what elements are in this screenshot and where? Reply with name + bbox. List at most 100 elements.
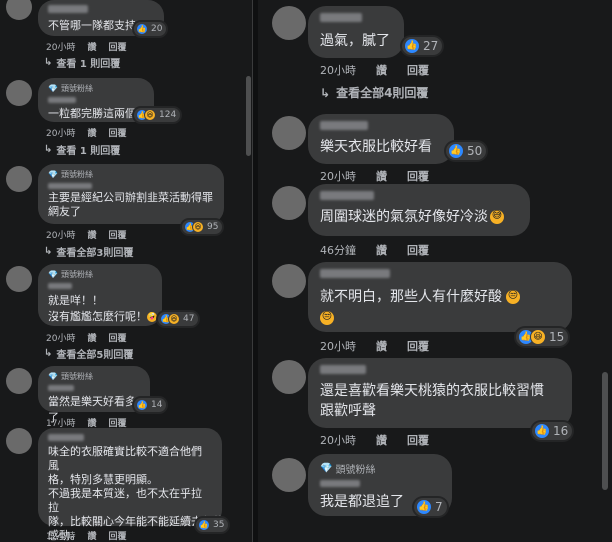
reply-button[interactable]: 回覆 bbox=[407, 242, 429, 258]
avatar[interactable] bbox=[6, 80, 32, 106]
blurred-username[interactable] bbox=[48, 183, 92, 189]
view-replies-link[interactable]: ↳ 查看全部3則回覆 bbox=[44, 244, 133, 259]
timestamp[interactable]: 20小時 bbox=[320, 168, 356, 184]
like-icon: 👍 bbox=[416, 499, 432, 515]
reaction-summary[interactable]: 👍 7 bbox=[414, 498, 447, 516]
blurred-username[interactable] bbox=[320, 365, 366, 374]
like-icon: 👍 bbox=[136, 23, 148, 35]
avatar[interactable] bbox=[272, 264, 306, 298]
blurred-username[interactable] bbox=[48, 283, 72, 289]
comment-text-line: 就不明白，那些人有什麼好酸 😒 bbox=[320, 286, 560, 306]
timestamp[interactable]: 20小時 bbox=[320, 338, 356, 354]
reaction-summary[interactable]: 👍 27 bbox=[402, 37, 443, 55]
avatar[interactable] bbox=[272, 6, 306, 40]
comment-meta: 12小時 讚 回覆 bbox=[46, 529, 126, 542]
blurred-username[interactable] bbox=[320, 480, 360, 487]
like-button[interactable]: 讚 bbox=[87, 40, 96, 53]
timestamp[interactable]: 20小時 bbox=[46, 228, 75, 241]
timestamp[interactable]: 12小時 bbox=[46, 529, 75, 542]
reaction-summary[interactable]: 👍 35 bbox=[196, 518, 229, 532]
reply-button[interactable]: 回覆 bbox=[407, 62, 429, 78]
reply-button[interactable]: 回覆 bbox=[108, 40, 126, 53]
blurred-username[interactable] bbox=[320, 191, 374, 200]
like-button[interactable]: 讚 bbox=[87, 126, 96, 139]
reply-button[interactable]: 回覆 bbox=[407, 432, 429, 448]
avatar[interactable] bbox=[6, 0, 32, 20]
left-scrollbar-thumb[interactable] bbox=[246, 76, 251, 156]
reaction-summary[interactable]: 👍 😆 124 bbox=[134, 108, 181, 122]
like-button[interactable]: 讚 bbox=[376, 242, 387, 258]
reaction-summary[interactable]: 👍 16 bbox=[532, 422, 573, 440]
reaction-summary[interactable]: 👍 😆 15 bbox=[516, 328, 569, 346]
blurred-username[interactable] bbox=[320, 13, 362, 22]
comment-meta: 46分鐘 讚 回覆 bbox=[320, 242, 429, 258]
diamond-icon: 💎 bbox=[48, 84, 58, 93]
haha-icon: 😆 bbox=[144, 109, 156, 121]
timestamp[interactable]: 20小時 bbox=[46, 40, 75, 53]
reaction-count: 14 bbox=[151, 400, 163, 410]
reply-button[interactable]: 回覆 bbox=[108, 529, 126, 542]
avatar[interactable] bbox=[272, 186, 306, 220]
avatar[interactable] bbox=[272, 116, 306, 150]
like-button[interactable]: 讚 bbox=[376, 168, 387, 184]
blurred-username[interactable] bbox=[48, 385, 74, 391]
reply-button[interactable]: 回覆 bbox=[407, 168, 429, 184]
haha-icon: 😆 bbox=[192, 221, 204, 233]
blurred-username[interactable] bbox=[48, 97, 76, 103]
timestamp[interactable]: 20小時 bbox=[46, 126, 75, 139]
comment-meta: 20小時 讚 回覆 bbox=[320, 338, 429, 354]
avatar[interactable] bbox=[6, 368, 32, 394]
avatar[interactable] bbox=[272, 360, 306, 394]
reaction-summary[interactable]: 👍 😆 47 bbox=[158, 312, 199, 326]
reply-arrow-icon: ↳ bbox=[320, 85, 331, 100]
blurred-username[interactable] bbox=[320, 269, 390, 278]
left-comment-panel: 不管哪一隊都支持 👍 20 20小時 讚 回覆 ↳ 查看 1 則回覆 💎 頭號粉… bbox=[0, 0, 252, 542]
like-button[interactable]: 讚 bbox=[87, 331, 96, 344]
avatar[interactable] bbox=[6, 266, 32, 292]
avatar[interactable] bbox=[272, 458, 306, 492]
timestamp[interactable]: 20小時 bbox=[320, 62, 356, 78]
comment-bubble: 樂天衣服比較好看 bbox=[308, 114, 454, 164]
reaction-summary[interactable]: 👍 20 bbox=[134, 22, 167, 36]
reaction-summary[interactable]: 👍 50 bbox=[446, 142, 487, 160]
view-replies-link[interactable]: ↳ 查看全部4則回覆 bbox=[320, 84, 428, 101]
fan-badge: 💎 頭號粉絲 bbox=[48, 371, 140, 382]
view-replies-link[interactable]: ↳ 查看全部5則回覆 bbox=[44, 346, 133, 361]
reply-button[interactable]: 回覆 bbox=[407, 338, 429, 354]
reply-button[interactable]: 回覆 bbox=[108, 228, 126, 241]
like-button[interactable]: 讚 bbox=[87, 228, 96, 241]
haha-icon: 😆 bbox=[168, 313, 180, 325]
fan-badge: 💎 頭號粉絲 bbox=[48, 169, 214, 180]
view-replies-link[interactable]: ↳ 查看 1 則回覆 bbox=[44, 55, 120, 70]
comment-meta: 20小時 讚 回覆 bbox=[46, 40, 126, 53]
right-scrollbar-thumb[interactable] bbox=[602, 372, 608, 490]
reaction-count: 35 bbox=[213, 520, 225, 530]
like-button[interactable]: 讚 bbox=[376, 338, 387, 354]
comment-text: 樂天衣服比較好看 bbox=[320, 139, 432, 155]
reply-button[interactable]: 回覆 bbox=[108, 126, 126, 139]
reaction-count: 20 bbox=[151, 24, 163, 34]
like-button[interactable]: 讚 bbox=[376, 432, 387, 448]
reaction-summary[interactable]: 👍 14 bbox=[134, 398, 167, 412]
like-icon: 👍 bbox=[448, 143, 464, 159]
timestamp[interactable]: 20小時 bbox=[46, 331, 75, 344]
reply-button[interactable]: 回覆 bbox=[108, 331, 126, 344]
avatar[interactable] bbox=[6, 428, 32, 454]
blurred-username[interactable] bbox=[320, 121, 368, 130]
reaction-count: 47 bbox=[183, 314, 195, 324]
avatar[interactable] bbox=[6, 166, 32, 192]
view-replies-label: 查看全部4則回覆 bbox=[336, 86, 429, 100]
like-button[interactable]: 讚 bbox=[87, 529, 96, 542]
timestamp[interactable]: 46分鐘 bbox=[320, 242, 356, 258]
view-replies-link[interactable]: ↳ 查看 1 則回覆 bbox=[44, 142, 120, 157]
timestamp[interactable]: 20小時 bbox=[320, 432, 356, 448]
blurred-username[interactable] bbox=[48, 434, 84, 441]
unamused-emoji-icon: 😒 bbox=[506, 290, 520, 304]
reply-arrow-icon: ↳ bbox=[44, 246, 53, 257]
reaction-summary[interactable]: 👍 😆 95 bbox=[182, 220, 223, 234]
diamond-icon: 💎 bbox=[320, 463, 333, 474]
blurred-username[interactable] bbox=[48, 5, 88, 13]
comment-meta: 20小時 讚 回覆 bbox=[320, 432, 429, 448]
comment-bubble: 💎 頭號粉絲 主要是經紀公司辦割韭菜活動得罪網友了 bbox=[38, 164, 224, 224]
like-button[interactable]: 讚 bbox=[376, 62, 387, 78]
